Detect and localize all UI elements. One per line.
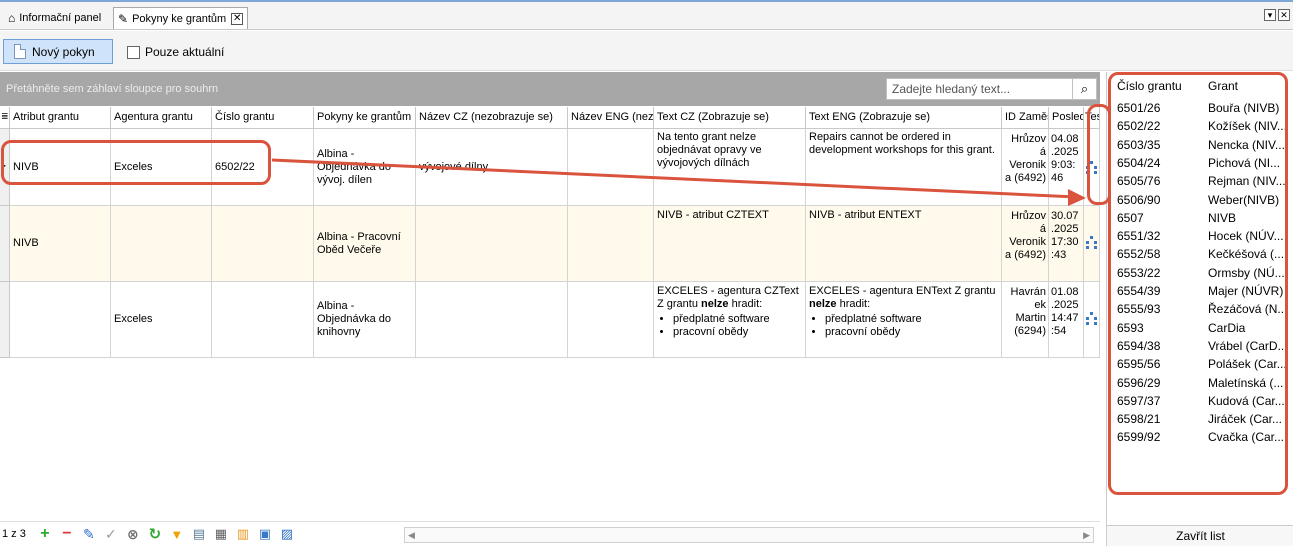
annotation-arrow [271,158,1086,206]
